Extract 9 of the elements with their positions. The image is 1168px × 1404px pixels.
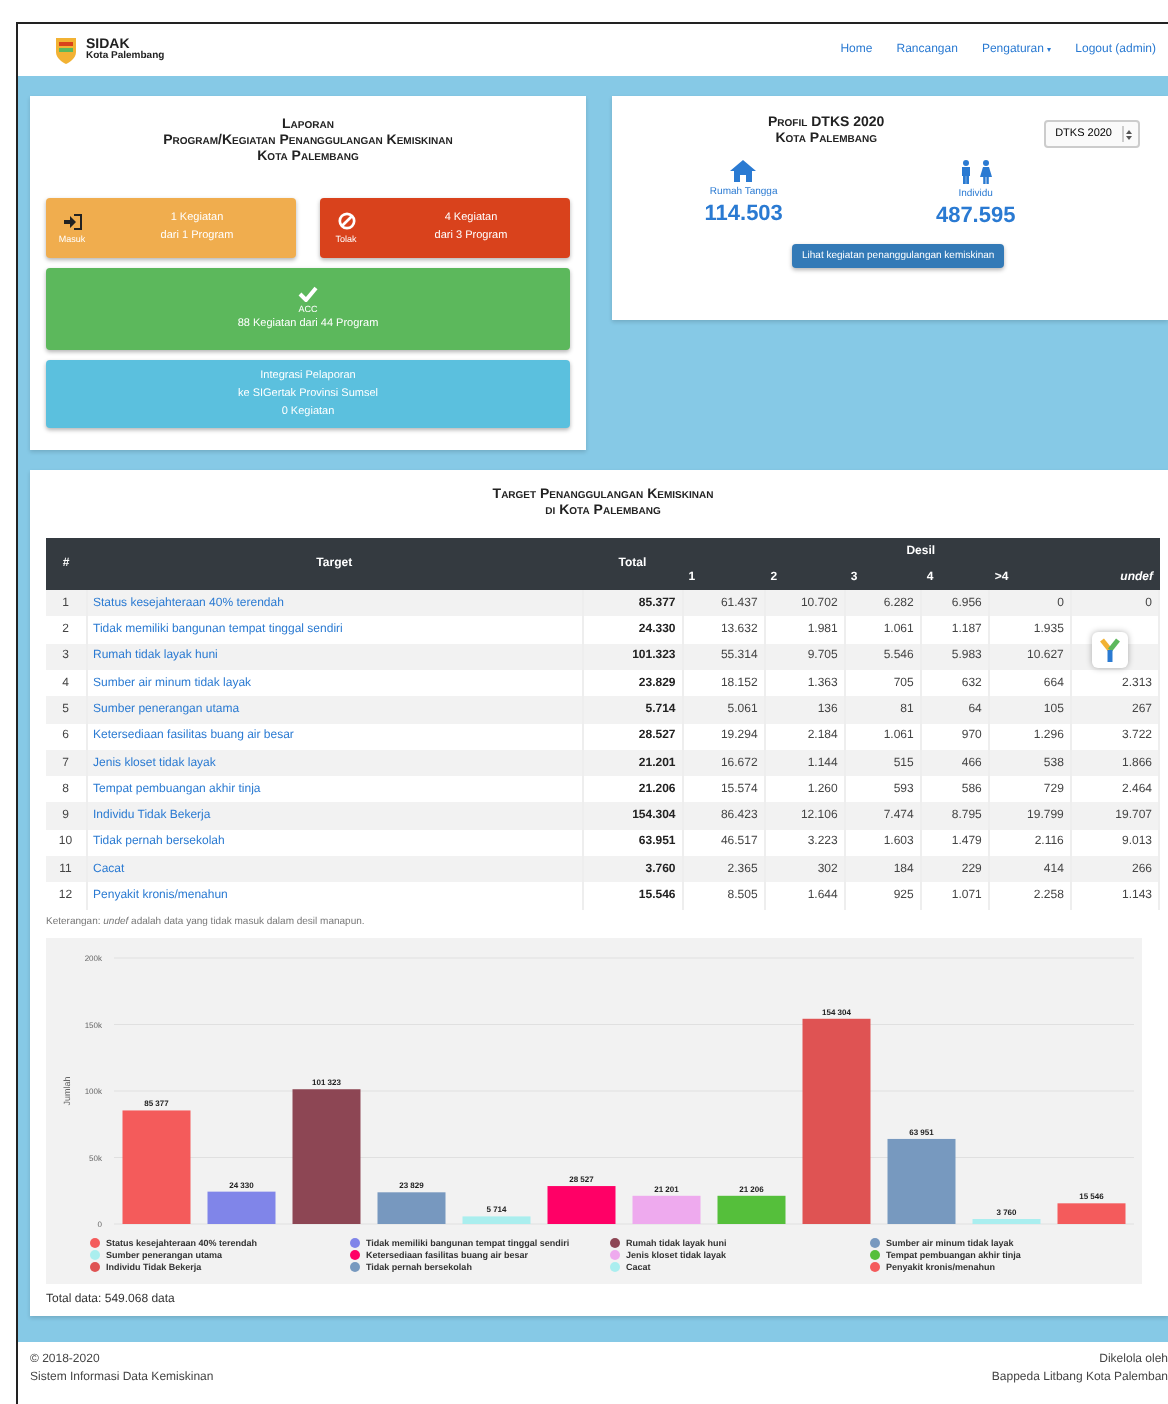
caret-icon xyxy=(1126,129,1132,139)
ban-icon xyxy=(337,212,355,231)
stat-value: 114.503 xyxy=(704,202,783,227)
sign-in-icon xyxy=(63,213,81,230)
stat-value: 487.595 xyxy=(935,204,1016,229)
house-icon xyxy=(730,160,757,183)
check-icon xyxy=(298,285,318,302)
logo-icon[interactable] xyxy=(54,36,78,64)
chat-widget-icon[interactable] xyxy=(1092,632,1128,668)
